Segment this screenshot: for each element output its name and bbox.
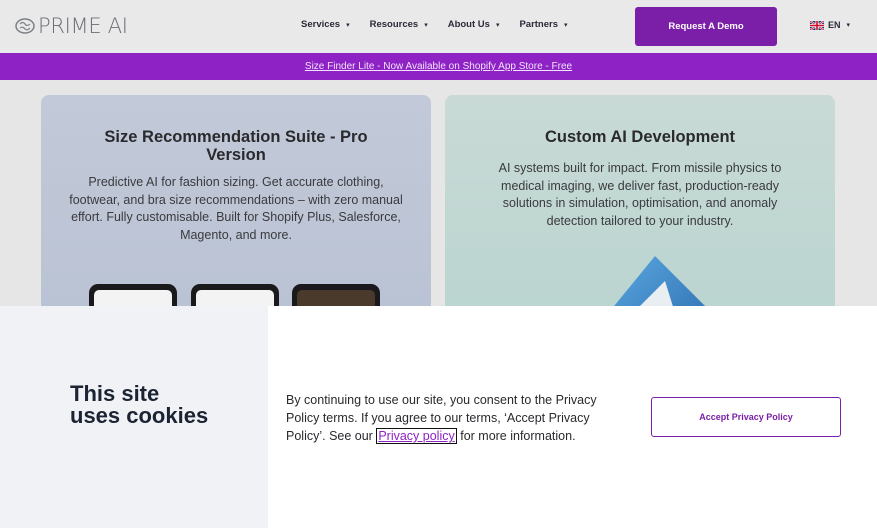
promo-banner-link[interactable]: Size Finder Lite - Now Available on Shop… — [305, 61, 572, 72]
brain-icon — [15, 18, 35, 34]
cookie-title: This site uses cookies — [70, 381, 209, 428]
nav-partners[interactable]: Partners ▾ — [519, 19, 567, 30]
card-description: Predictive AI for fashion sizing. Get ac… — [69, 175, 403, 242]
nav-services[interactable]: Services ▾ — [301, 19, 350, 30]
nav-label: Resources — [369, 19, 419, 30]
uk-flag-icon — [810, 20, 824, 30]
card-size-recommendation[interactable]: Size Recommendation Suite - Pro Version … — [41, 95, 431, 335]
chevron-down-icon: ▾ — [424, 21, 428, 29]
card-custom-ai[interactable]: Custom AI Development AI systems built f… — [445, 95, 835, 335]
main-nav: Services ▾ Resources ▾ About Us ▾ Partne… — [301, 19, 588, 30]
language-selector[interactable]: EN ▾ — [810, 20, 850, 30]
cookie-message: By continuing to use our site, you conse… — [286, 391, 626, 445]
promo-banner: Size Finder Lite - Now Available on Shop… — [0, 53, 877, 80]
chevron-down-icon: ▾ — [495, 21, 500, 29]
chevron-down-icon: ▾ — [346, 21, 350, 29]
nav-about-us[interactable]: About Us ▾ — [448, 19, 500, 30]
site-header: PRIME AI Services ▾ Resources ▾ About Us… — [0, 0, 877, 53]
request-demo-button[interactable]: Request A Demo — [635, 7, 777, 46]
nav-label: About Us — [447, 19, 490, 30]
nav-label: Services — [301, 19, 341, 30]
card-title: Size Recommendation Suite - Pro Version — [104, 128, 368, 164]
language-label: EN — [828, 20, 841, 30]
chevron-down-icon: ▾ — [846, 22, 851, 29]
cookie-text-after: for more information. — [456, 429, 576, 443]
cookie-consent-panel: This site uses cookies By continuing to … — [0, 306, 877, 528]
nav-label: Partners — [519, 19, 559, 30]
logo[interactable]: PRIME AI — [14, 13, 128, 39]
cookie-title-area: This site uses cookies — [0, 306, 268, 528]
card-title: Custom AI Development — [544, 128, 736, 146]
nav-resources[interactable]: Resources ▾ — [370, 19, 428, 30]
logo-text: PRIME AI — [38, 14, 128, 38]
chevron-down-icon: ▾ — [564, 21, 568, 29]
card-description: AI systems built for impact. From missil… — [498, 161, 782, 228]
privacy-policy-link[interactable]: Privacy policy — [376, 428, 457, 444]
accept-privacy-policy-button[interactable]: Accept Privacy Policy — [651, 397, 841, 437]
